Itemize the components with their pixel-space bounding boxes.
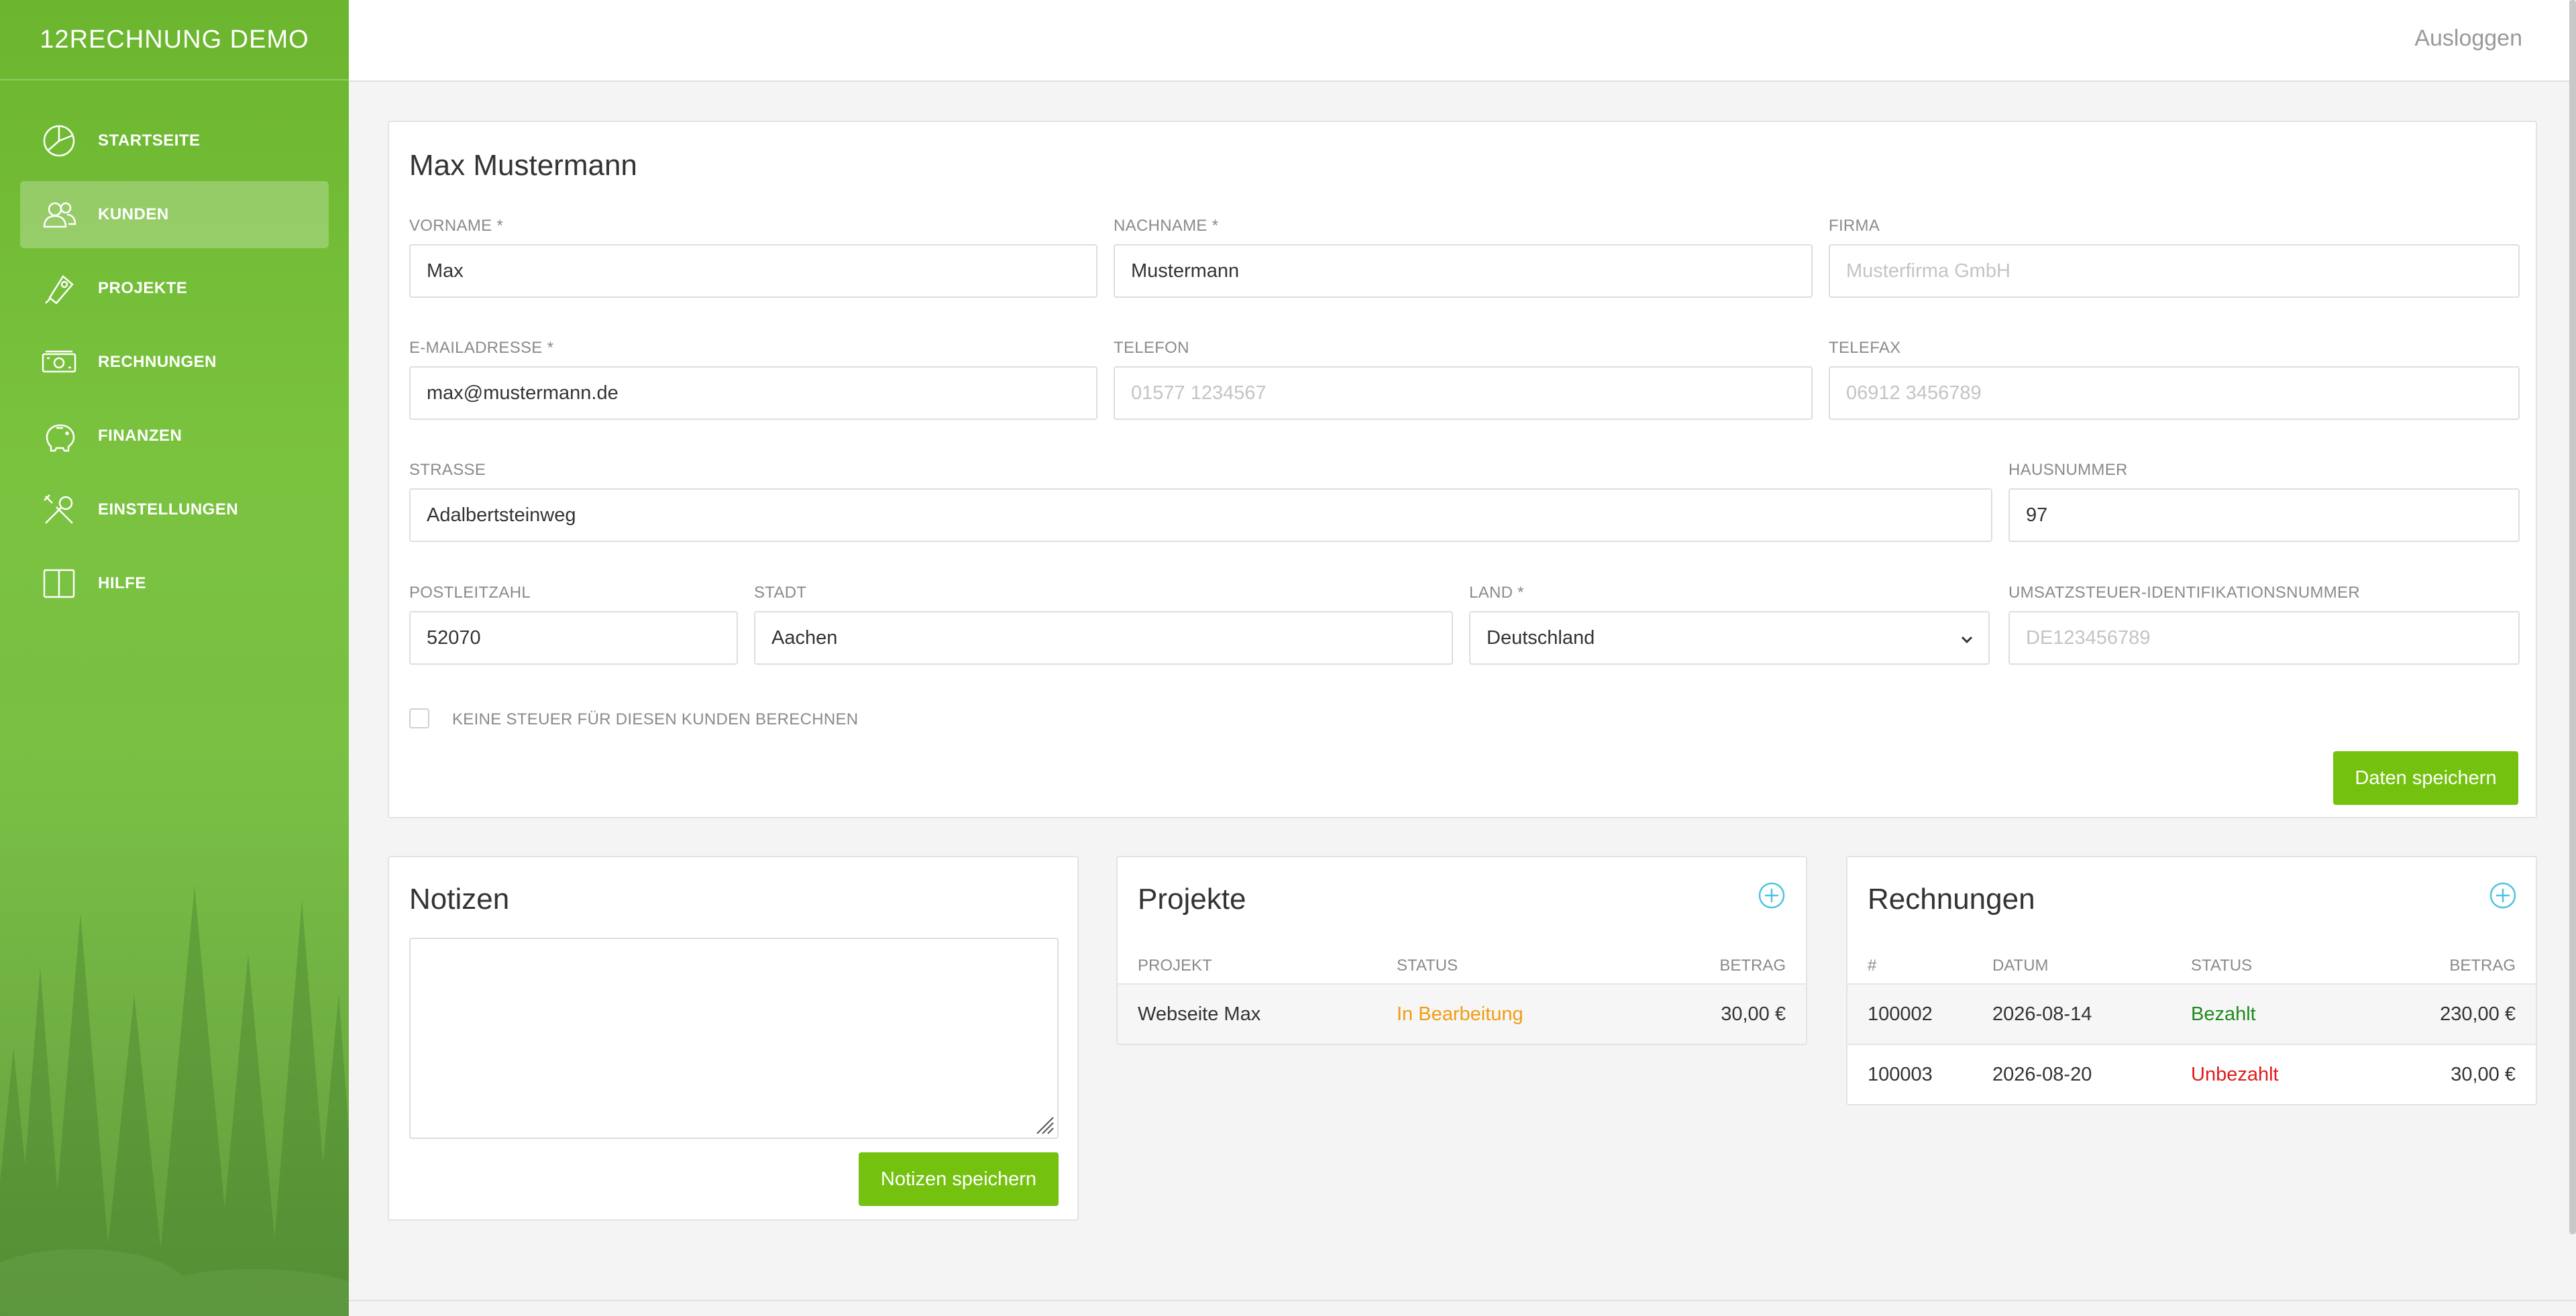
- firma-field[interactable]: Musterfirma GmbH: [1829, 244, 2520, 298]
- invoices-card: Rechnungen # DATUM STATUS BETRAG 100002 …: [1846, 856, 2537, 1105]
- telefax-label: TELEFAX: [1829, 339, 1901, 357]
- vorname-label: VORNAME *: [409, 217, 504, 235]
- piggy-bank-icon: [40, 417, 78, 455]
- sidebar-item-label: PROJEKTE: [98, 279, 188, 297]
- footer-divider: [349, 1300, 2576, 1301]
- forest-background: [0, 887, 349, 1316]
- invoices-col-number: #: [1868, 956, 1877, 975]
- telefax-field[interactable]: 06912 3456789: [1829, 366, 2520, 420]
- save-data-button[interactable]: Daten speichern: [2333, 751, 2518, 805]
- invoice-number[interactable]: 100003: [1868, 1064, 1933, 1086]
- project-status: In Bearbeitung: [1397, 1003, 1523, 1025]
- table-divider: [1847, 1044, 2536, 1045]
- strasse-label: STRASSE: [409, 461, 486, 479]
- invoice-date: 2026-08-20: [1992, 1064, 2092, 1085]
- invoices-col-status: STATUS: [2191, 956, 2253, 975]
- invoice-number[interactable]: 100002: [1868, 1003, 1933, 1026]
- nachname-label: NACHNAME *: [1114, 217, 1219, 235]
- invoice-status: Bezahlt: [2191, 1003, 2256, 1025]
- strasse-field[interactable]: Adalbertsteinweg: [409, 488, 1992, 542]
- notes-title: Notizen: [409, 883, 510, 916]
- sidebar-item-label: FINANZEN: [98, 427, 182, 445]
- stadt-label: STADT: [754, 584, 807, 602]
- stadt-field[interactable]: Aachen: [754, 611, 1453, 665]
- project-name[interactable]: Webseite Max: [1138, 1003, 1260, 1026]
- resize-handle-icon[interactable]: [1033, 1113, 1055, 1135]
- plz-label: POSTLEITZAHL: [409, 584, 531, 602]
- projects-icon: [40, 270, 78, 307]
- sidebar: 12RECHNUNG DEMO STARTSEITE KUNDEN PROJEK…: [0, 0, 349, 1316]
- top-bar: Ausloggen: [349, 0, 2569, 82]
- users-icon: [40, 196, 78, 233]
- project-amount: 30,00 €: [1721, 1003, 1786, 1025]
- notes-textarea[interactable]: [409, 938, 1059, 1139]
- invoices-col-datum: DATUM: [1992, 956, 2049, 975]
- ust-field[interactable]: DE123456789: [2008, 611, 2520, 665]
- projects-card: Projekte PROJEKT STATUS BETRAG Webseite …: [1116, 856, 1807, 1045]
- book-icon: [40, 565, 78, 602]
- invoice-icon: [40, 343, 78, 381]
- sidebar-item-kunden[interactable]: KUNDEN: [20, 181, 329, 248]
- projects-col-projekt: PROJEKT: [1138, 956, 1212, 975]
- invoice-amount: 230,00 €: [2440, 1003, 2516, 1025]
- chevron-down-icon: [1961, 636, 1973, 644]
- telefon-field[interactable]: 01577 1234567: [1114, 366, 1813, 420]
- add-invoice-icon[interactable]: [2489, 881, 2517, 910]
- invoice-amount: 30,00 €: [2451, 1064, 2516, 1085]
- customer-title: Max Mustermann: [409, 149, 637, 182]
- projects-col-betrag: BETRAG: [1719, 956, 1786, 975]
- ust-label: UMSATZSTEUER-IDENTIFIKATIONSNUMMER: [2008, 584, 2360, 602]
- email-label: E-MAILADRESSE *: [409, 339, 554, 357]
- no-tax-checkbox[interactable]: [409, 708, 429, 728]
- sidebar-item-label: STARTSEITE: [98, 131, 201, 150]
- email-field[interactable]: max@mustermann.de: [409, 366, 1097, 420]
- sidebar-item-rechnungen[interactable]: RECHNUNGEN: [20, 329, 329, 396]
- land-label: LAND *: [1469, 584, 1524, 602]
- land-select[interactable]: Deutschland: [1469, 611, 1990, 665]
- plz-field[interactable]: 52070: [409, 611, 738, 665]
- sidebar-item-label: KUNDEN: [98, 205, 169, 223]
- invoices-title: Rechnungen: [1868, 883, 2035, 916]
- notes-card: Notizen Notizen speichern: [388, 856, 1079, 1221]
- projects-title: Projekte: [1138, 883, 1246, 916]
- sidebar-item-label: HILFE: [98, 574, 146, 592]
- sidebar-item-label: RECHNUNGEN: [98, 353, 217, 371]
- dashboard-icon: [40, 122, 78, 160]
- no-tax-label: KEINE STEUER FÜR DIESEN KUNDEN BERECHNEN: [452, 710, 859, 728]
- sidebar-item-label: EINSTELLUNGEN: [98, 500, 239, 518]
- customer-card: Max Mustermann VORNAME * Max NACHNAME * …: [388, 121, 2537, 818]
- logout-link[interactable]: Ausloggen: [2414, 25, 2522, 52]
- sidebar-item-finanzen[interactable]: FINANZEN: [20, 402, 329, 470]
- land-selected-value: Deutschland: [1487, 626, 1595, 649]
- tools-icon: [40, 491, 78, 529]
- sidebar-item-projekte[interactable]: PROJEKTE: [20, 255, 329, 322]
- sidebar-item-hilfe[interactable]: HILFE: [20, 550, 329, 617]
- sidebar-item-startseite[interactable]: STARTSEITE: [20, 107, 329, 174]
- sidebar-nav: STARTSEITE KUNDEN PROJEKTE RECHNUNGEN FI…: [0, 107, 349, 617]
- vorname-field[interactable]: Max: [409, 244, 1097, 298]
- add-project-icon[interactable]: [1758, 881, 1786, 910]
- save-notes-button[interactable]: Notizen speichern: [859, 1152, 1059, 1206]
- invoice-status: Unbezahlt: [2191, 1064, 2279, 1085]
- app-title[interactable]: 12RECHNUNG DEMO: [0, 0, 349, 80]
- projects-col-status: STATUS: [1397, 956, 1458, 975]
- telefon-label: TELEFON: [1114, 339, 1189, 357]
- scrollbar[interactable]: [2569, 0, 2576, 1234]
- sidebar-item-einstellungen[interactable]: EINSTELLUNGEN: [20, 476, 329, 543]
- firma-label: FIRMA: [1829, 217, 1880, 235]
- hausnummer-label: HAUSNUMMER: [2008, 461, 2128, 479]
- hausnummer-field[interactable]: 97: [2008, 488, 2520, 542]
- nachname-field[interactable]: Mustermann: [1114, 244, 1813, 298]
- invoice-date: 2026-08-14: [1992, 1003, 2092, 1025]
- invoices-col-betrag: BETRAG: [2449, 956, 2516, 975]
